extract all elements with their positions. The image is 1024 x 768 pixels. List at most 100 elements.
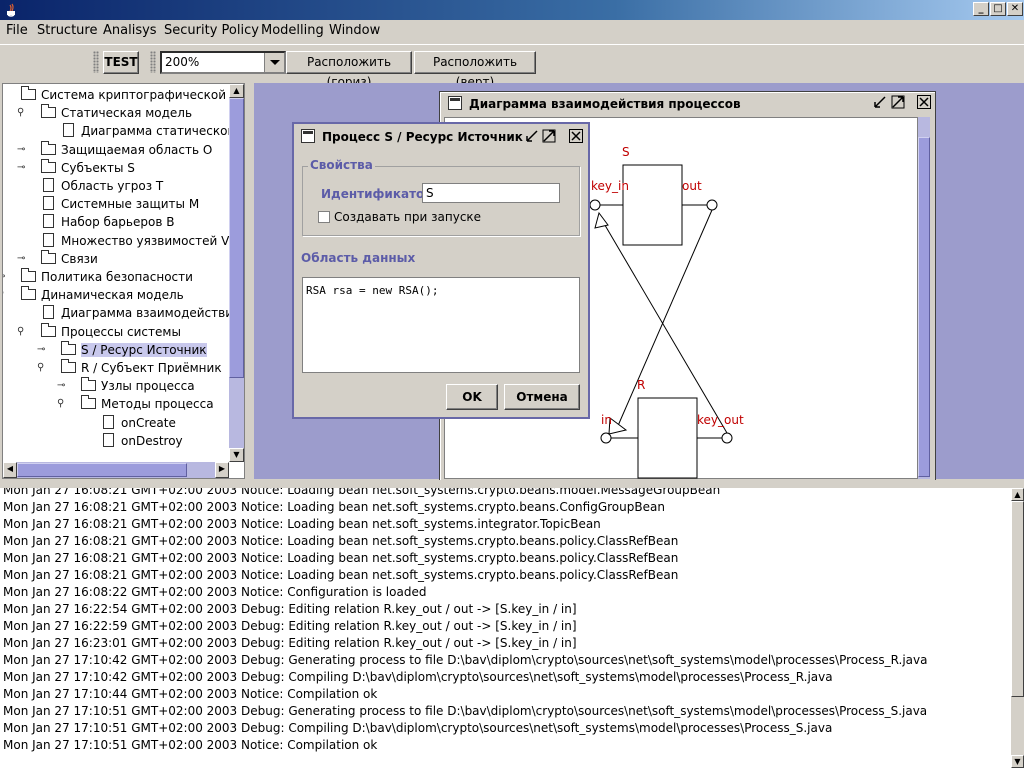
ok-button[interactable]: OK [446,384,498,410]
tree-collapsed-handle-icon[interactable]: ⊸ [37,344,45,355]
maximize-icon[interactable] [891,95,905,112]
scroll-down-icon[interactable]: ▼ [229,448,244,462]
process-s-box[interactable] [622,164,683,246]
log-vertical-scrollbar[interactable]: ▲ ▼ [1011,488,1024,768]
tree-collapsed-handle-icon[interactable]: ⊸ [57,380,65,391]
close-icon[interactable] [569,129,583,146]
log-line: Mon Jan 27 16:22:54 GMT+02:00 2003 Debug… [3,602,577,616]
menu-analisys[interactable]: Analisys [103,23,157,38]
tree-item[interactable]: Системные защиты M [3,195,229,213]
identifier-value: S [426,186,434,200]
tree-item[interactable]: ⊸ Субъекты S [3,158,229,177]
iconify-icon[interactable] [525,129,539,146]
arrange-vertical-button[interactable]: Расположить (верт) [414,51,536,89]
tree-item[interactable]: Диаграмма статической модели [3,122,244,140]
tree-item[interactable]: ⊸ Узлы процесса [3,377,229,395]
identifier-input[interactable]: S [422,183,560,203]
model-tree[interactable]: Система криптографической защиты ⚲ Статиче… [2,83,245,479]
tree-collapsed-handle-icon[interactable]: ⊸ [17,144,25,155]
scroll-left-icon[interactable]: ◀ [3,462,17,478]
tree-item[interactable]: ⊸ Защищаемая область O [3,140,229,159]
scroll-right-icon[interactable]: ▶ [215,462,229,478]
tree-expanded-handle-icon[interactable]: ⚲ [37,362,44,373]
chevron-down-icon [270,60,280,65]
process-r-box[interactable] [637,397,698,479]
tree-vertical-scrollbar[interactable]: ▲ ▼ [229,84,244,462]
scroll-down-icon[interactable]: ▼ [1011,755,1024,768]
tree-item[interactable]: ⊸ Политика безопасности [3,268,229,286]
splitter[interactable] [245,83,254,479]
tree-item[interactable]: ⊸ S / Ресурс Источник [3,340,229,359]
port-r-out[interactable] [721,432,733,444]
tree-collapsed-handle-icon[interactable]: ⊸ [3,271,5,282]
toolbar-grip[interactable] [150,51,156,73]
log-line: Mon Jan 27 16:08:21 GMT+02:00 2003 Notic… [3,551,679,565]
tree-item-label: Диаграмма взаимодействия процессов [61,306,244,321]
port-r-in[interactable] [600,432,612,444]
tree-expanded-handle-icon[interactable]: ⚲ [17,326,24,337]
tree-expanded-handle-icon[interactable]: ⚲ [17,107,24,118]
tree-horizontal-scrollbar[interactable]: ◀ ▶ [3,462,229,478]
port-s-in[interactable] [589,199,601,211]
tree-item-label: Политика безопасности [41,270,193,284]
scroll-up-icon[interactable]: ▲ [229,84,244,98]
create-on-start-label[interactable]: Создавать при запуске [334,210,481,224]
port-s-out[interactable] [706,199,718,211]
test-button[interactable]: TEST [103,51,139,74]
tree-expanded-handle-icon[interactable]: ⚲ [3,289,4,300]
document-icon [43,214,54,229]
tree-expanded-handle-icon[interactable]: ⚲ [57,398,64,409]
create-on-start-checkbox[interactable] [318,211,330,223]
diagram-vertical-scrollbar[interactable] [918,117,930,479]
menu-window[interactable]: Window [329,23,380,38]
tree-item[interactable]: onCreate [3,414,229,432]
maximize-icon[interactable] [542,129,556,146]
tree-item-label: S / Ресурс Источник [81,342,207,357]
log-line: Mon Jan 27 16:08:21 GMT+02:00 2003 Notic… [3,568,679,582]
tree-item[interactable]: Диаграмма взаимодействия процессов [3,304,244,322]
tree-item[interactable]: Область угроз T [3,177,229,195]
toolbar-grip[interactable] [93,51,99,73]
scroll-up-icon[interactable]: ▲ [1011,488,1024,501]
document-icon [43,232,54,247]
close-button[interactable]: ✕ [1007,2,1023,16]
menu-security-policy[interactable]: Security Policy [164,23,259,38]
iconify-icon[interactable] [873,95,887,112]
cancel-button[interactable]: Отмена [504,384,580,410]
close-icon[interactable] [917,95,931,112]
menu-structure[interactable]: Structure [37,23,97,38]
tree-item[interactable]: onDestroy [3,432,229,450]
minimize-button[interactable]: _ [973,2,989,16]
tree-item[interactable]: Набор барьеров B [3,213,229,231]
tree-collapsed-handle-icon[interactable]: ⊸ [17,253,25,264]
toolbar: TEST 200% Расположить (гориз) Расположит… [0,44,1024,89]
tree-item[interactable]: ⚲ R / Субъект Приёмник [3,359,229,377]
tree-item[interactable]: Система криптографической защиты [3,86,244,104]
zoom-dropdown-button[interactable] [264,53,284,72]
dialog-titlebar[interactable]: Процесс S / Ресурс Источник [296,126,586,148]
scroll-thumb[interactable] [229,98,244,378]
menu-modelling[interactable]: Modelling [261,23,324,38]
tree-item-label: Область угроз T [61,179,164,193]
log-panel[interactable]: Mon Jan 27 16:08:21 GMT+02:00 2003 Notic… [0,488,1011,768]
process-properties-dialog[interactable]: Процесс S / Ресурс Источник Свойства Иде… [292,122,590,419]
tree-item[interactable]: ⚲ Методы процесса [3,395,229,413]
tree-item[interactable]: ⚲ Процессы системы [3,322,229,341]
menu-file[interactable]: File [6,23,28,38]
arrange-horizontal-button[interactable]: Расположить (гориз) [286,51,412,89]
tree-item[interactable]: ⚲ Статическая модель [3,104,229,122]
scroll-thumb[interactable] [17,463,187,477]
zoom-select[interactable]: 200% [160,51,286,74]
tree-collapsed-handle-icon[interactable]: ⊸ [17,162,25,173]
tree-item[interactable]: Множество уязвимостей V [3,232,229,250]
scroll-thumb[interactable] [918,137,930,477]
diagram-window-titlebar[interactable]: Диаграмма взаимодействия процессов [443,95,933,113]
maximize-button[interactable]: □ [990,2,1006,16]
log-splitter[interactable] [0,480,1024,488]
tree-item[interactable]: ⚲ Динамическая модель [3,286,229,304]
tree-item[interactable]: ⊸ Связи [3,249,229,268]
data-code-editor[interactable]: RSA rsa = new RSA(); [302,277,580,373]
document-icon [63,123,74,138]
scroll-thumb[interactable] [1011,501,1024,697]
tree-item-label: Динамическая модель [41,288,184,303]
